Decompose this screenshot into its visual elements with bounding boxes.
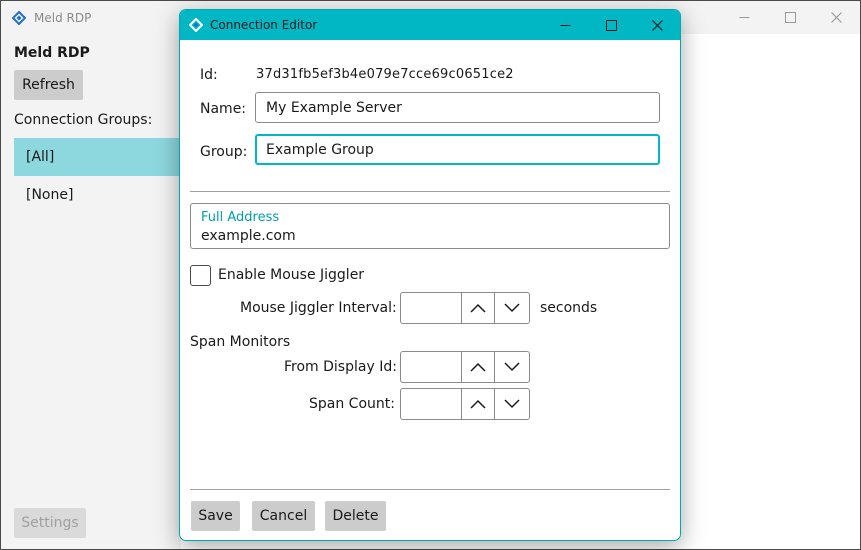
minimize-icon[interactable]	[542, 10, 588, 40]
sidebar: Meld RDP Refresh Connection Groups: [All…	[1, 34, 181, 497]
full-address-field[interactable]: Full Address example.com	[190, 203, 670, 249]
cancel-button[interactable]: Cancel	[252, 501, 315, 531]
span-count-input[interactable]	[401, 389, 462, 419]
group-item-all[interactable]: [All]	[14, 138, 181, 176]
mouse-jiggler-checkbox[interactable]	[190, 265, 211, 286]
connection-editor-dialog: Connection Editor Id: 37d31fb5ef3b4e079e…	[179, 9, 681, 541]
maximize-icon[interactable]	[767, 1, 813, 34]
name-input[interactable]: My Example Server	[255, 92, 660, 123]
dialog-title: Connection Editor	[210, 18, 318, 32]
chevron-up-icon[interactable]	[462, 352, 496, 382]
mouse-jiggler-label: Enable Mouse Jiggler	[218, 267, 365, 283]
close-icon[interactable]	[813, 1, 859, 34]
full-address-label: Full Address	[201, 210, 280, 225]
main-window-title: Meld RDP	[34, 11, 92, 25]
full-address-value: example.com	[201, 228, 296, 244]
span-monitors-label: Span Monitors	[190, 334, 291, 350]
chevron-down-icon[interactable]	[495, 352, 529, 382]
from-display-input[interactable]	[401, 352, 462, 382]
delete-button[interactable]: Delete	[325, 501, 386, 531]
minimize-icon[interactable]	[721, 1, 767, 34]
group-item-none[interactable]: [None]	[14, 176, 181, 214]
id-value: 37d31fb5ef3b4e079e7cce69c0651ce2	[256, 67, 514, 82]
from-display-spinner	[400, 351, 530, 383]
refresh-button[interactable]: Refresh	[14, 70, 83, 100]
app-heading: Meld RDP	[14, 45, 90, 61]
chevron-up-icon[interactable]	[462, 389, 496, 419]
name-label: Name:	[200, 101, 247, 117]
divider-bottom	[190, 489, 670, 490]
chevron-up-icon[interactable]	[462, 293, 496, 323]
group-input[interactable]: Example Group	[255, 134, 660, 165]
group-label: Group:	[200, 144, 248, 160]
span-count-spinner	[400, 388, 530, 420]
diamond-app-icon	[12, 11, 26, 25]
chevron-down-icon[interactable]	[495, 389, 529, 419]
sidebar-footer: Settings	[1, 497, 181, 549]
id-label: Id:	[200, 67, 218, 83]
jiggler-interval-input[interactable]	[401, 293, 462, 323]
close-icon[interactable]	[634, 10, 680, 40]
jiggler-interval-label: Mouse Jiggler Interval:	[240, 300, 397, 316]
name-input-value: My Example Server	[266, 99, 402, 116]
maximize-icon[interactable]	[588, 10, 634, 40]
divider-top	[190, 191, 670, 192]
chevron-down-icon[interactable]	[495, 293, 529, 323]
span-count-label: Span Count:	[309, 396, 395, 412]
group-input-value: Example Group	[266, 141, 374, 158]
settings-button[interactable]: Settings	[14, 508, 86, 538]
save-button[interactable]: Save	[191, 501, 240, 531]
jiggler-interval-spinner	[400, 292, 530, 324]
from-display-label: From Display Id:	[284, 359, 397, 375]
seconds-unit-label: seconds	[540, 300, 598, 316]
diamond-app-icon	[189, 18, 203, 32]
connection-groups-label: Connection Groups:	[14, 112, 153, 128]
dialog-titlebar: Connection Editor	[180, 10, 680, 40]
